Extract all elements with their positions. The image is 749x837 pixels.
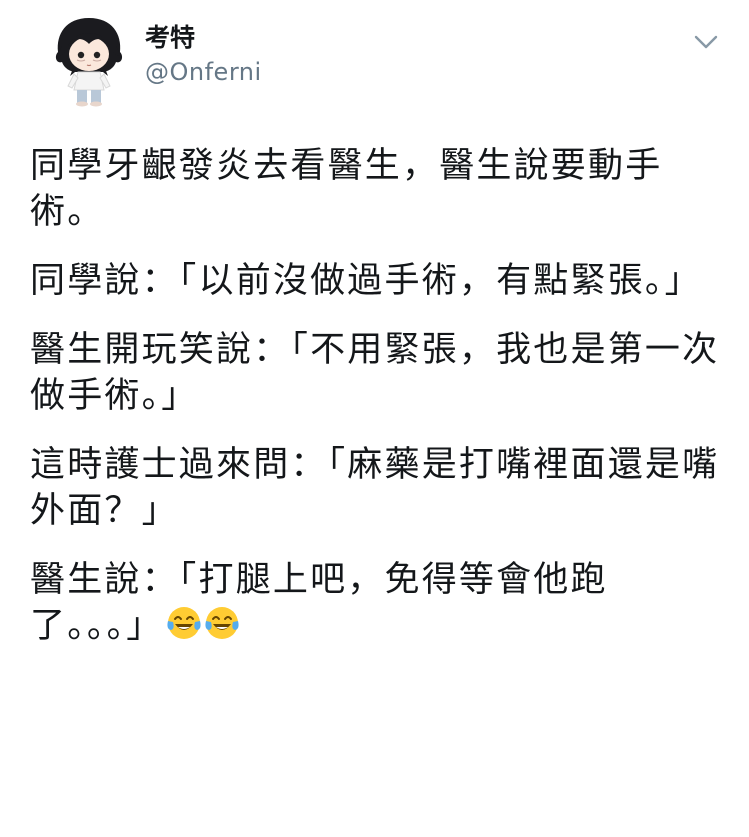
tweet-paragraph-text: 醫生說：「打腿上吧，免得等會他跑了。。。」 <box>30 560 608 646</box>
chibi-character-avatar-icon[interactable] <box>44 16 134 108</box>
tweet-paragraph: 這時護士過來問：「麻藥是打嘴裡面還是嘴外面？」 <box>30 445 720 531</box>
tweet-paragraph: 同學說：「以前沒做過手術，有點緊張。」 <box>30 261 702 301</box>
face-with-tears-of-joy-icon <box>166 605 202 641</box>
tweet-paragraph: 醫生開玩笑說：「不用緊張，我也是第一次做手術。」 <box>30 330 720 416</box>
tweet-card: 考特 @Onferni 同學牙齦發炎去看醫生，醫生說要動手術。 同學說：「以前沒… <box>0 0 749 837</box>
user-info[interactable]: 考特 @Onferni <box>145 22 262 88</box>
display-name[interactable]: 考特 <box>145 22 262 54</box>
chevron-down-icon[interactable] <box>692 28 720 56</box>
tweet-paragraph: 同學牙齦發炎去看醫生，醫生說要動手術。 <box>30 146 663 232</box>
user-handle[interactable]: @Onferni <box>145 56 262 88</box>
tweet-paragraph-last: 醫生說：「打腿上吧，免得等會他跑了。。。」 <box>30 557 720 649</box>
face-with-tears-of-joy-icon <box>204 605 240 641</box>
tweet-text: 同學牙齦發炎去看醫生，醫生說要動手術。 同學說：「以前沒做過手術，有點緊張。」 … <box>30 143 720 672</box>
tweet-header: 考特 @Onferni <box>44 16 724 116</box>
